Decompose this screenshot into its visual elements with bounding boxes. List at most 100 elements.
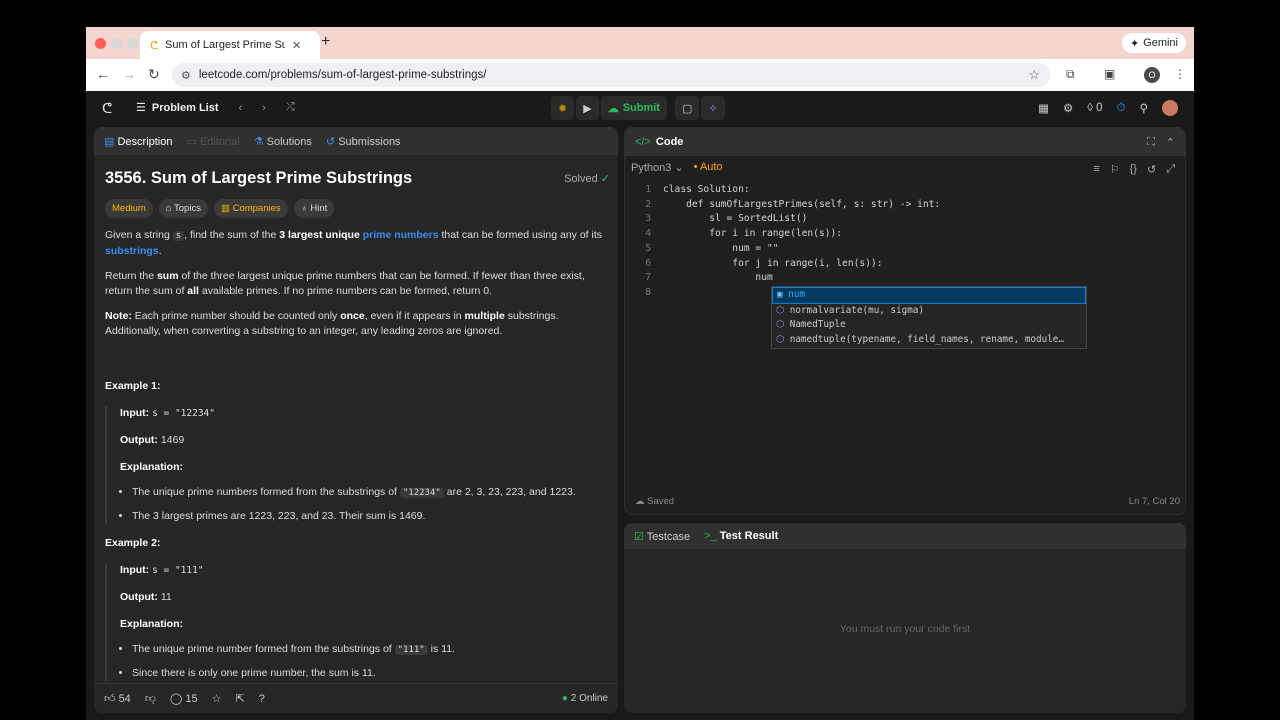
description-panel: ▤ Description ▭ Editorial ⚗ Solutions ↺ … (94, 127, 618, 713)
browser-window: ᕦ Sum of Largest Prime Substrings ✕ + ✦G… (86, 27, 1194, 720)
favorite-star-icon[interactable]: ☆ (212, 692, 222, 705)
debug-icon[interactable]: ✹ (551, 96, 575, 120)
submit-button[interactable]: ☁ Submit (600, 96, 667, 120)
help-icon[interactable]: ? (259, 693, 265, 705)
prev-problem-icon[interactable]: ‹ (239, 102, 243, 114)
example-input: Input: s = "111" (120, 563, 610, 578)
statement-note: Note: Each prime number should be counte… (105, 309, 610, 339)
tab-testcase[interactable]: ☑ Testcase (634, 530, 690, 543)
reload-icon[interactable]: ↻ (148, 66, 160, 83)
share-icon[interactable]: ⇱ (235, 692, 244, 705)
gemini-button[interactable]: ✦ Gemini (1121, 33, 1186, 53)
tab-close-icon[interactable]: ✕ (292, 39, 301, 52)
flask-icon: ⚗ (253, 135, 264, 148)
expand-icon[interactable]: ⤢ (1166, 163, 1175, 176)
new-tab-button[interactable]: + (321, 33, 330, 51)
leetcode-logo-icon[interactable]: ᕦ (102, 100, 118, 116)
format-icon[interactable]: ≡ (1093, 163, 1099, 176)
substrings-link[interactable]: substrings (105, 245, 159, 257)
suggestion-item[interactable]: ⬡ namedtuple(typename, field_names, rena… (772, 333, 1086, 348)
problem-list-link[interactable]: Problem List (152, 102, 219, 114)
layout-icon[interactable]: ▦ (1038, 101, 1049, 115)
tab-description[interactable]: ▤ Description (104, 135, 173, 148)
bookmark-star-icon[interactable]: ☆ (1028, 67, 1040, 83)
bold-text: multiple (464, 310, 505, 322)
history-icon: ↺ (325, 135, 336, 148)
text: Each prime number should be counted only (131, 310, 341, 322)
fullscreen-icon[interactable]: ⛶ (1147, 136, 1155, 149)
site-info-icon[interactable]: ⚙ (181, 69, 191, 82)
online-dot-icon: ● (561, 693, 568, 704)
tab-solutions[interactable]: ⚗ Solutions (254, 135, 312, 148)
line-number: 7 (645, 272, 651, 284)
comments-button[interactable]: ◯ 15 (170, 692, 198, 705)
statement-paragraph-2: Return the sum of the three largest uniq… (105, 269, 610, 299)
leetcode-toolbar: ᕦ ☰ Problem List ‹ › ⤮ ✹ ▶ ☁ Submit ▢ ✧ ▦… (86, 91, 1194, 127)
add-user-icon[interactable]: ⚲ (1140, 101, 1148, 115)
auto-mode[interactable]: • Auto (694, 161, 723, 173)
topics-chip[interactable]: ⌂ Topics (158, 199, 208, 218)
suggestion-item[interactable]: ⬡ NamedTuple (772, 318, 1086, 333)
extensions-icon[interactable]: ⧉ (1066, 67, 1075, 82)
like-button[interactable]: 👍︎ 54 (104, 692, 131, 705)
suggestion-label: num (788, 289, 806, 300)
maximize-window-button[interactable] (127, 38, 138, 49)
example-output: Output: 1469 (120, 433, 610, 448)
browser-tab[interactable]: ᕦ Sum of Largest Prime Substrings ✕ (140, 31, 320, 59)
leetcode-favicon-icon: ᕦ (150, 39, 159, 52)
settings-gear-icon[interactable]: ⚙ (1063, 101, 1073, 115)
solved-status: Solved ✓ (564, 172, 610, 187)
variable-icon: ▣ (777, 289, 783, 300)
editor-actions: ≡ ⚐ {} ↺ ⤢ (1093, 163, 1175, 176)
back-icon[interactable]: ← (96, 66, 110, 82)
prime-numbers-link[interactable]: prime numbers (363, 229, 439, 241)
suggestion-item[interactable]: ⬡ normalvariate(mu, sigma) (772, 304, 1086, 319)
hint-chip[interactable]: ♁ Hint (293, 199, 335, 218)
profile-avatar[interactable]: O (1144, 67, 1160, 83)
bookmark-icon[interactable]: ⚐ (1110, 163, 1120, 176)
example-title: Example 2: (105, 537, 161, 549)
bold-text: all (187, 285, 199, 297)
language-select[interactable]: Python3 ⌄ (631, 161, 684, 174)
autocomplete-popup: ▣ num ⬡ normalvariate(mu, sigma) ⬡ Named… (771, 286, 1087, 349)
collapse-icon[interactable]: ⌃ (1166, 136, 1175, 149)
terminal-icon: >_ (704, 530, 717, 542)
dislike-icon[interactable]: 👎︎ (145, 692, 156, 705)
line-number: 8 (645, 286, 651, 298)
bold-text: once (340, 310, 365, 322)
cast-icon[interactable]: ▣ (1104, 67, 1115, 81)
tab-editorial[interactable]: ▭ Editorial (187, 135, 240, 148)
input-value: s = "111" (152, 565, 204, 576)
tab-submissions[interactable]: ↺ Submissions (326, 135, 401, 148)
hint-label: Hint (310, 203, 328, 214)
description-footer: 👍︎ 54 👎︎ ◯ 15 ☆ ⇱ ? ● 2 Online (94, 683, 618, 713)
url-field[interactable]: ⚙ leetcode.com/problems/sum-of-largest-p… (172, 63, 1050, 87)
minimize-window-button[interactable] (111, 38, 122, 49)
output-value: 11 (160, 591, 172, 603)
text: Return the (105, 270, 157, 282)
tag-chips: Medium ⌂ Topics ▥ Companies ♁ Hint (105, 199, 610, 218)
suggestion-item[interactable]: ▣ num (772, 287, 1086, 304)
ai-assist-icon[interactable]: ✧ (701, 96, 725, 120)
like-count: 54 (118, 693, 131, 705)
braces-icon[interactable]: {} (1130, 163, 1137, 176)
difficulty-chip[interactable]: Medium (105, 199, 153, 218)
shuffle-icon[interactable]: ⤮ (286, 101, 295, 114)
menu-kebab-icon[interactable]: ⋮ (1174, 67, 1186, 81)
user-avatar[interactable] (1162, 100, 1178, 116)
reset-icon[interactable]: ↺ (1147, 163, 1156, 176)
next-problem-icon[interactable]: › (262, 102, 266, 114)
inline-code: "111" (394, 645, 428, 655)
companies-chip[interactable]: ▥ Companies (213, 199, 288, 218)
tab-test-result[interactable]: >_ Test Result (704, 530, 778, 542)
timer-icon[interactable]: ⏱ (1117, 102, 1126, 115)
problem-title: 3556. Sum of Largest Prime Substrings (105, 169, 413, 187)
inline-code: s (172, 231, 185, 241)
run-button[interactable]: ▶ (576, 96, 599, 120)
close-window-button[interactable] (95, 38, 106, 49)
mode-label: Auto (699, 161, 723, 173)
solved-label: Solved (564, 173, 598, 185)
notes-icon[interactable]: ▢ (674, 96, 700, 120)
forward-icon[interactable]: → (122, 66, 136, 82)
streak-fire-icon[interactable]: ◊ 0 (1087, 102, 1102, 114)
